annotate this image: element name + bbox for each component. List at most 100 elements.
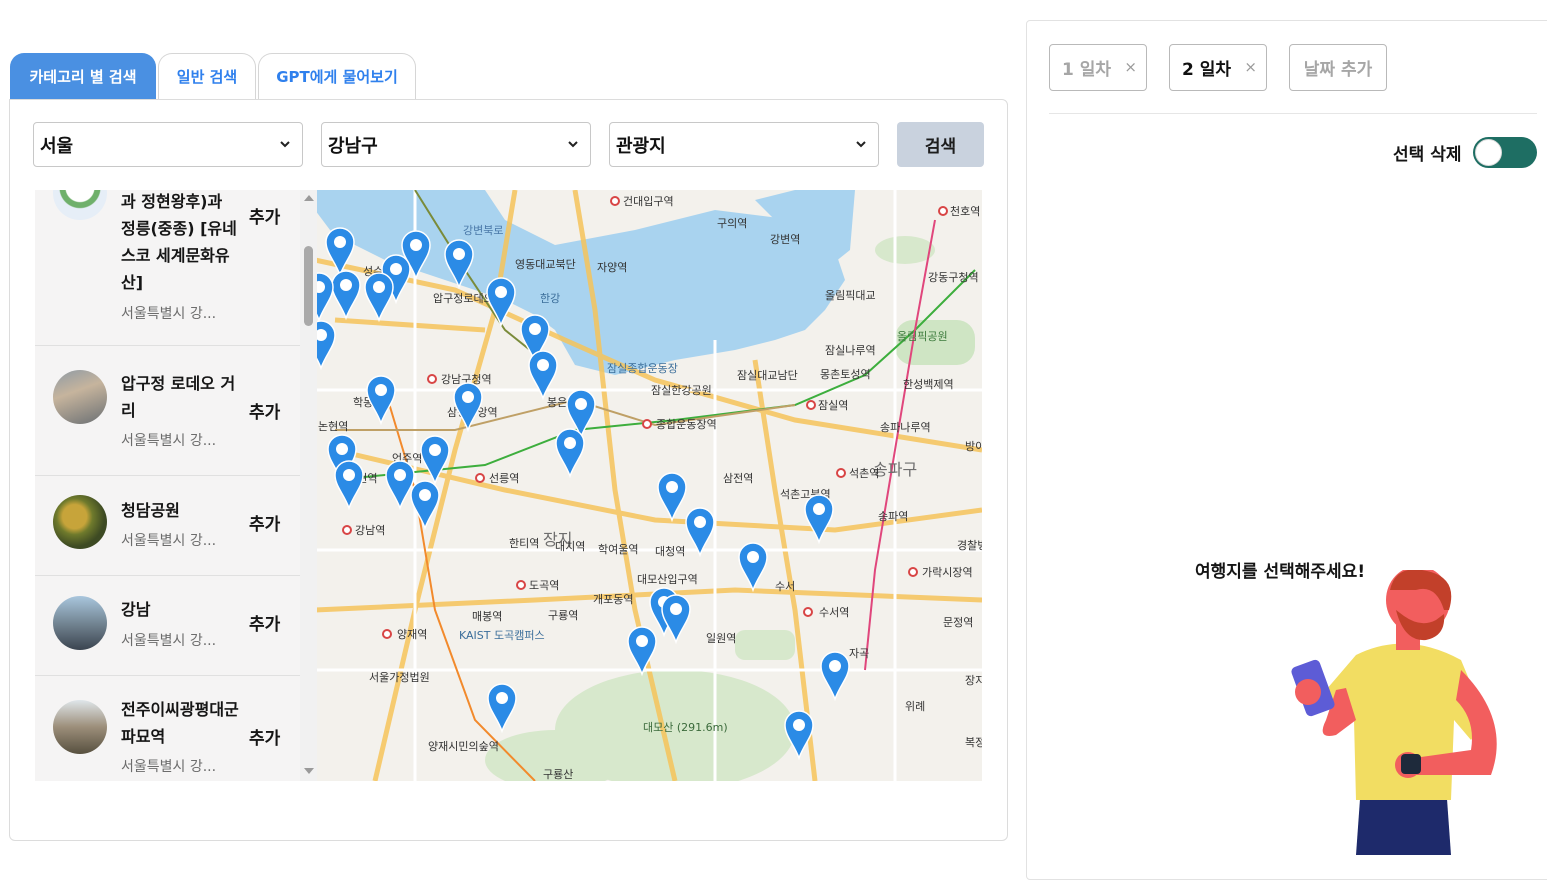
add-place-button[interactable]: 추가 [249, 610, 280, 635]
add-place-button[interactable]: 추가 [249, 203, 280, 228]
divider [1049, 113, 1537, 114]
map-marker-icon[interactable] [820, 651, 850, 702]
subway-line-3 [384, 389, 536, 781]
map-label: 종합운동장역 [656, 418, 717, 431]
chevron-down-icon [280, 141, 290, 148]
place-thumbnail [53, 495, 107, 549]
map-label: 방이 [965, 440, 982, 453]
map-marker-dot [670, 603, 682, 615]
search-button[interactable]: 검색 [897, 122, 984, 167]
city-select[interactable]: 서울 [33, 122, 303, 167]
map-marker-dot [334, 236, 346, 248]
map-label: 경찰병원 [957, 539, 982, 552]
list-scrollbar[interactable] [300, 190, 317, 781]
map-marker-dot [419, 489, 431, 501]
chevron-down-icon [856, 141, 866, 148]
map-marker-dot [636, 635, 648, 647]
district-select[interactable]: 강남구 [321, 122, 591, 167]
close-icon[interactable]: × [1124, 58, 1137, 76]
tab-general-search[interactable]: 일반 검색 [158, 53, 256, 99]
map-marker-dot [343, 469, 355, 481]
map-marker-dot [575, 398, 587, 410]
list-item: 압구정 로데오 거리 추가 서울특별시 강... [35, 346, 300, 476]
map-label: 수서 [775, 580, 795, 593]
category-select[interactable]: 관광지 [609, 122, 879, 167]
place-address: 서울특별시 강... [121, 433, 217, 449]
map-label: 위례 [905, 700, 925, 713]
map-label: 강동구청역 [928, 271, 979, 284]
category-select-value: 관광지 [616, 135, 666, 157]
map-marker-icon[interactable] [738, 542, 768, 593]
add-place-button[interactable]: 추가 [249, 724, 280, 749]
add-place-button[interactable]: 추가 [249, 510, 280, 535]
map-label: 양재시민의숲역 [428, 740, 499, 753]
add-place-button[interactable]: 추가 [249, 398, 280, 423]
map-label: 송파역 [878, 510, 908, 523]
toggle-label: 선택 삭제 [1393, 145, 1462, 165]
place-thumbnail [53, 370, 107, 424]
day-chip-label: 1 일차 [1062, 60, 1112, 80]
map-marker-dot [462, 391, 474, 403]
map-marker-dot [373, 281, 385, 293]
map-marker-dot [496, 692, 508, 704]
map-label: 석촌역 [849, 467, 879, 480]
map-marker-dot [747, 551, 759, 563]
map-label: 장지 [965, 674, 982, 687]
map-label: 잠실대교남단 [737, 369, 798, 382]
close-icon[interactable]: × [1244, 58, 1257, 76]
map-marker-dot [793, 719, 805, 731]
place-name: 과 정현왕후)과 정릉(중종) [유네스코 세계문화유산] [121, 192, 237, 292]
scroll-down-arrow-icon[interactable] [304, 768, 314, 774]
map-label: 대모산 (291.6m) [643, 721, 728, 734]
place-name: 전주이씨광평대군파묘역 [121, 700, 239, 746]
map-marker-icon[interactable] [385, 460, 415, 511]
tab-ask-gpt[interactable]: GPT에게 물어보기 [258, 53, 416, 99]
map-marker-icon[interactable] [453, 382, 483, 433]
subway-line-8 [864, 219, 936, 671]
map-marker-icon[interactable] [555, 428, 585, 479]
map-label: 구룡역 [548, 609, 578, 622]
map-label: 구룡산 [543, 768, 573, 781]
day-chip-2[interactable]: 2 일차 × [1169, 44, 1267, 91]
map-marker-dot [375, 384, 387, 396]
map-label: 복정 [965, 736, 982, 749]
day-chip-label: 2 일차 [1182, 60, 1232, 80]
map-marker-dot [390, 263, 402, 275]
map-marker-icon[interactable] [627, 626, 657, 677]
map-label: 잠실나루역 [825, 344, 876, 357]
map-marker-dot [666, 481, 678, 493]
map-label: 한티역 [509, 537, 539, 550]
map-marker-dot [537, 359, 549, 371]
scroll-up-arrow-icon[interactable] [304, 195, 314, 201]
map-label: 서울가정법원 [369, 671, 430, 684]
map-marker-icon[interactable] [364, 272, 394, 323]
map-marker-icon[interactable] [661, 594, 691, 645]
list-item: 전주이씨광평대군파묘역 추가 서울특별시 강... [35, 676, 300, 781]
map-marker-dot [340, 279, 352, 291]
place-name: 청담공원 [121, 501, 180, 520]
map-marker-icon[interactable] [804, 494, 834, 545]
map-marker-icon[interactable] [784, 710, 814, 761]
map-label: 건대입구역 [623, 195, 674, 208]
map-marker-icon[interactable] [334, 460, 364, 511]
map-marker-icon[interactable] [366, 375, 396, 426]
place-name: 강남 [121, 600, 151, 619]
map-marker-icon[interactable] [657, 472, 687, 523]
map-marker-icon[interactable] [487, 683, 517, 734]
select-delete-toggle[interactable] [1473, 137, 1537, 168]
map-marker-icon[interactable] [685, 507, 715, 558]
place-address: 서울특별시 강... [121, 533, 217, 549]
map-label: 학여울역 [598, 543, 638, 556]
map-label: 영동대교북단 [515, 258, 576, 271]
list-item: 청담공원 추가 서울특별시 강... [35, 476, 300, 576]
place-list[interactable]: 과 정현왕후)과 정릉(중종) [유네스코 세계문화유산] 추가 서울특별시 강… [35, 190, 317, 781]
place-address: 서울특별시 강... [121, 306, 217, 322]
tab-category-search[interactable]: 카테고리 별 검색 [10, 53, 156, 99]
map-label: 한성백제역 [903, 378, 954, 391]
map-label: 천호역 [950, 204, 980, 218]
day-chip-1[interactable]: 1 일차 × [1049, 44, 1147, 91]
add-day-button[interactable]: 날짜 추가 [1289, 44, 1387, 91]
map-marker-icon[interactable] [331, 270, 361, 321]
scroll-thumb[interactable] [304, 246, 313, 326]
map-label: 한강 [540, 292, 560, 305]
